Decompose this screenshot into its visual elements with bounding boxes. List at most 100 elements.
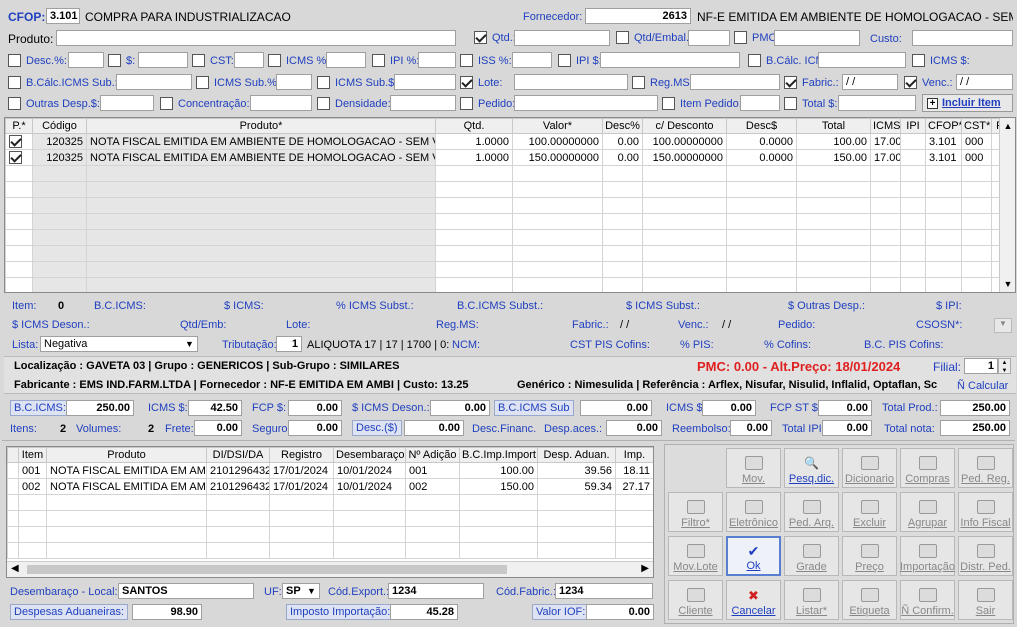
btn-17[interactable]: Cliente xyxy=(668,580,723,620)
table-row[interactable]: 002 NOTA FISCAL EMITIDA EM AMB 2101296432 1… xyxy=(7,478,653,495)
cell-descp[interactable] xyxy=(602,277,643,292)
scroll-thumb[interactable] xyxy=(27,565,507,574)
cell-icms[interactable] xyxy=(870,245,901,262)
cell-descp[interactable] xyxy=(602,213,643,230)
fabric-date-input[interactable]: / / xyxy=(842,74,898,90)
di-cell-desemb[interactable]: 10/01/2024 xyxy=(333,478,406,495)
bc-icms-sub-input[interactable] xyxy=(116,74,192,90)
btn-20[interactable]: Etiqueta xyxy=(842,580,897,620)
btn-16[interactable]: Distr. Ped. xyxy=(958,536,1013,576)
outras-desp-input[interactable] xyxy=(100,95,154,111)
cell-produto[interactable]: NOTA FISCAL EMITIDA EM AMBIENTE DE HOMOL… xyxy=(86,149,436,166)
di-col-header[interactable]: Produto xyxy=(46,447,207,463)
desc-pct-checkbox[interactable]: Desc.%: xyxy=(8,54,67,67)
cell-qtd[interactable] xyxy=(435,165,513,182)
cell-cfop[interactable] xyxy=(925,197,962,214)
btn-5[interactable]: Filtro* xyxy=(668,492,723,532)
cell-cfop[interactable]: 3.101 xyxy=(925,149,962,166)
cell-codigo[interactable] xyxy=(32,197,87,214)
cell-qtd[interactable]: 1.0000 xyxy=(435,149,513,166)
btn-2[interactable]: Dicionario xyxy=(842,448,897,488)
cell-produto[interactable]: NOTA FISCAL EMITIDA EM AMBIENTE DE HOMOL… xyxy=(86,133,436,150)
di-cell-registro[interactable] xyxy=(269,510,334,527)
cell-ipi[interactable] xyxy=(900,133,926,150)
cell-total[interactable] xyxy=(796,181,871,198)
lote-checkbox[interactable]: Lote: xyxy=(460,76,502,89)
frete-value[interactable]: 0.00 xyxy=(194,420,242,436)
total-checkbox[interactable]: Total $: xyxy=(784,97,837,110)
densidade-checkbox[interactable]: Densidade: xyxy=(317,97,391,110)
cell-produto[interactable] xyxy=(86,181,436,198)
table-row[interactable]: 001 NOTA FISCAL EMITIDA EM AMB 2101296432 1… xyxy=(7,462,653,479)
btn-7[interactable]: Ped. Arq. xyxy=(784,492,839,532)
cell-valor[interactable] xyxy=(512,245,603,262)
cell-codigo[interactable] xyxy=(32,277,87,292)
btn-0[interactable]: Mov. xyxy=(726,448,781,488)
di-cell-item[interactable] xyxy=(18,542,47,559)
table-row[interactable] xyxy=(7,494,653,511)
di-cell-item[interactable]: 002 xyxy=(18,478,47,495)
di-cell-desp[interactable] xyxy=(537,542,616,559)
cell-qtd[interactable] xyxy=(435,277,513,292)
di-cell-item[interactable]: 001 xyxy=(18,462,47,479)
bc-icms-sub-checkbox[interactable]: B.Cálc.ICMS Sub.: xyxy=(8,76,118,89)
cell-produto[interactable] xyxy=(86,229,436,246)
cell-total[interactable] xyxy=(796,261,871,278)
cell-cfop[interactable] xyxy=(925,213,962,230)
di-cell-imp[interactable]: 18.11 xyxy=(615,462,653,479)
cell-ipi[interactable] xyxy=(900,149,926,166)
di-cell-di[interactable]: 2101296432 xyxy=(206,462,270,479)
di-cell-produto[interactable] xyxy=(46,526,207,543)
cell-valor[interactable] xyxy=(512,261,603,278)
di-cell-desp[interactable]: 59.34 xyxy=(537,478,616,495)
cell-total[interactable]: 150.00 xyxy=(796,149,871,166)
cell-produto[interactable] xyxy=(86,213,436,230)
cell-icms[interactable]: 17.00 xyxy=(870,149,901,166)
qtd-input[interactable] xyxy=(514,30,610,46)
cell-produto[interactable] xyxy=(86,245,436,262)
csosn-dropdown[interactable]: ▼ xyxy=(994,318,1012,333)
icms-pct-checkbox[interactable]: ICMS %: xyxy=(268,54,329,67)
di-grid[interactable]: Item Produto DI/DSI/DA Registro Desembaraço N… xyxy=(6,446,654,578)
table-row[interactable]: 120325 NOTA FISCAL EMITIDA EM AMBIENTE DE… xyxy=(5,149,1015,166)
di-cell-di[interactable]: 2101296432 xyxy=(206,478,270,495)
cell-descs[interactable] xyxy=(726,261,797,278)
items-col-header[interactable]: Valor* xyxy=(512,118,603,134)
reembolso-value[interactable]: 0.00 xyxy=(730,420,772,436)
di-cell-bc[interactable] xyxy=(459,526,538,543)
di-cell-adicao[interactable]: 001 xyxy=(405,462,460,479)
di-cell-desp[interactable] xyxy=(537,494,616,511)
cell-icms[interactable] xyxy=(870,277,901,292)
di-cell-adicao[interactable] xyxy=(405,494,460,511)
di-cell-desp[interactable]: 39.56 xyxy=(537,462,616,479)
venc-date-input[interactable]: / / xyxy=(956,74,1013,90)
btn-22[interactable]: Sair xyxy=(958,580,1013,620)
cell-valor[interactable] xyxy=(512,229,603,246)
desc-pct-input[interactable] xyxy=(68,52,104,68)
di-cell-bc[interactable] xyxy=(459,542,538,559)
incluir-item-button[interactable]: + Incluir Item xyxy=(922,94,1013,112)
icms-sub-pct-input[interactable] xyxy=(276,74,312,90)
cell-icms[interactable] xyxy=(870,213,901,230)
qtd-checkbox[interactable]: Qtd.: xyxy=(474,31,516,44)
cell-icms[interactable] xyxy=(870,261,901,278)
pmc-input[interactable] xyxy=(774,30,860,46)
di-cell-desemb[interactable] xyxy=(333,526,406,543)
di-cell-adicao[interactable]: 002 xyxy=(405,478,460,495)
cell-cfop[interactable] xyxy=(925,277,962,292)
cell-cfop[interactable] xyxy=(925,229,962,246)
di-col-header[interactable]: Nº Adição xyxy=(405,447,460,463)
tributacao-input[interactable]: 1 xyxy=(276,336,302,352)
cell-cst[interactable] xyxy=(961,197,992,214)
table-row[interactable] xyxy=(5,261,1015,278)
cell-valor[interactable] xyxy=(512,277,603,292)
cell-valor[interactable]: 100.00000000 xyxy=(512,133,603,150)
cell-cfop[interactable] xyxy=(925,261,962,278)
di-cell-adicao[interactable] xyxy=(405,510,460,527)
di-cell-bc[interactable] xyxy=(459,494,538,511)
cell-qtd[interactable] xyxy=(435,229,513,246)
items-col-header[interactable]: c/ Desconto xyxy=(642,118,727,134)
cell-cdesc[interactable]: 100.00000000 xyxy=(642,133,727,150)
calcular-button[interactable]: Ñ Calcular xyxy=(957,380,1008,392)
cell-cst[interactable]: 000 xyxy=(961,133,992,150)
